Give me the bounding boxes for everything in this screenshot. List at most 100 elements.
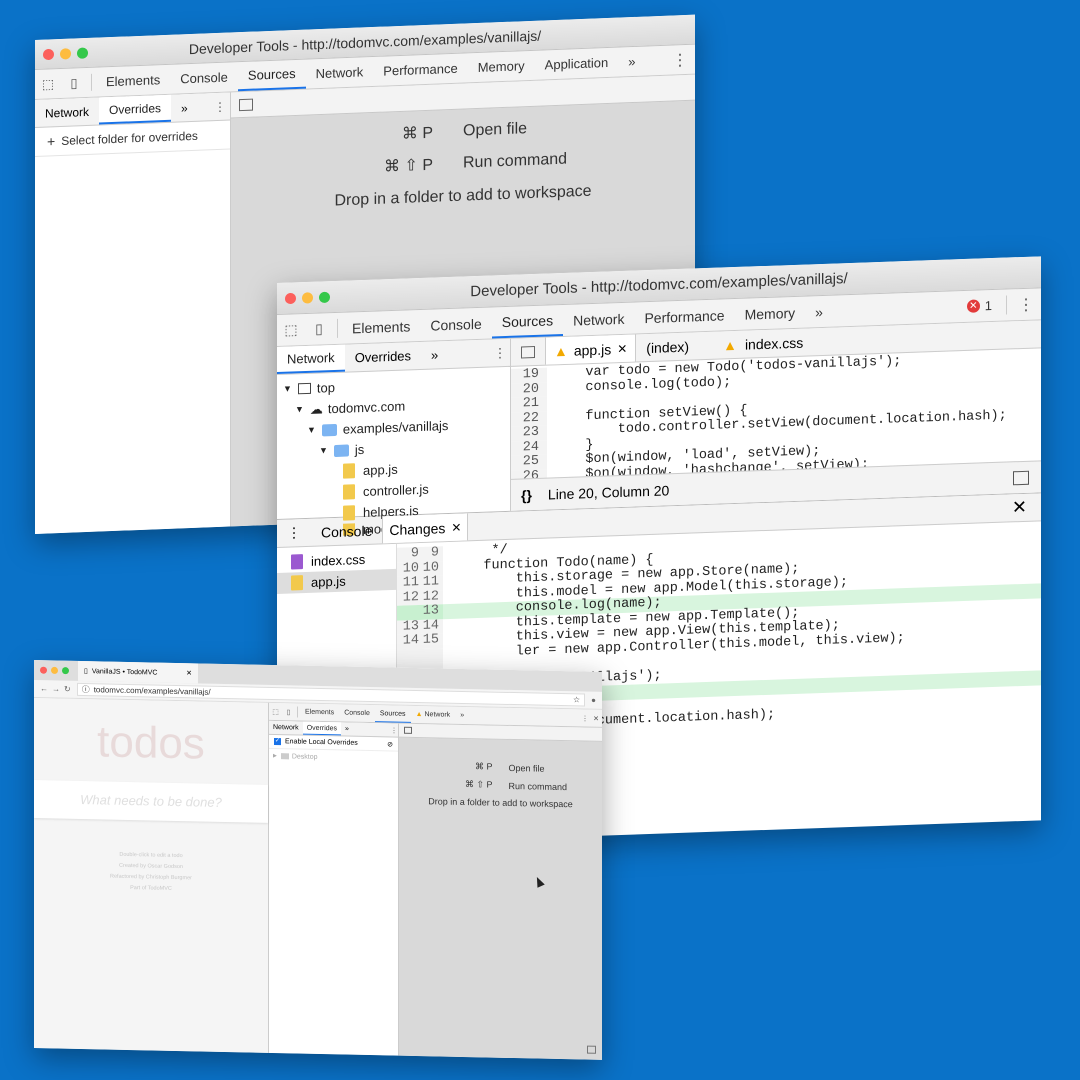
- cloud-icon: ☁: [309, 401, 323, 417]
- close-drawer-icon[interactable]: ✕: [998, 496, 1041, 519]
- new-line-number: [419, 647, 443, 664]
- old-line-number: [397, 605, 419, 621]
- file-tree: ▼ top ▼ ☁ todomvc.com ▼ examples/vanillajs ▼…: [277, 367, 510, 538]
- plus-icon: +: [47, 133, 56, 150]
- line-number: 23: [511, 425, 547, 442]
- browser-tab[interactable]: ▯ VanillaJS • TodoMVC ✕: [78, 660, 198, 684]
- nav-tab-overrides[interactable]: Overrides: [302, 721, 342, 736]
- more-tabs-icon[interactable]: »: [805, 296, 833, 328]
- pretty-print-button[interactable]: {}: [521, 487, 532, 503]
- navigator-pane: Network Overrides » ⋮ ▼ top ▼ ☁ todomvc.com…: [277, 338, 511, 538]
- old-line-number: 9: [397, 546, 419, 563]
- nav-kebab-icon[interactable]: ⋮: [210, 99, 230, 114]
- tab-performance[interactable]: Performance: [373, 53, 467, 86]
- tab-application[interactable]: Application: [535, 48, 619, 80]
- nav-tab-network[interactable]: Network: [269, 721, 303, 735]
- tab-memory[interactable]: Memory: [468, 51, 535, 83]
- nav-kebab-icon[interactable]: ⋮: [390, 726, 398, 734]
- new-todo-input[interactable]: What needs to be done?: [34, 780, 268, 823]
- todo-footer: Double-click to edit a todo Created by O…: [110, 851, 192, 892]
- toggle-navigator-icon[interactable]: [404, 726, 412, 734]
- drop-hint: Drop in a folder to add to workspace: [428, 796, 573, 810]
- error-counter[interactable]: ✕ 1: [957, 290, 1002, 323]
- tab-elements[interactable]: Elements: [96, 65, 170, 97]
- tab-network[interactable]: Network: [563, 303, 634, 336]
- code-editor[interactable]: 19 var todo = new Todo('todos-vanillajs'…: [511, 348, 1041, 479]
- new-line-number: 11: [419, 574, 443, 591]
- close-tab-icon[interactable]: ✕: [617, 341, 627, 355]
- toggle-drawer-icon[interactable]: [1013, 470, 1029, 485]
- device-toolbar-icon[interactable]: ▯: [282, 703, 295, 720]
- inspect-icon[interactable]: ⬚: [269, 703, 282, 720]
- devtools-docked: ⬚ ▯ Elements Console Sources ▲ Network » …: [268, 702, 602, 1060]
- drawer-tab-console[interactable]: Console: [311, 522, 382, 540]
- tab-elements[interactable]: Elements: [342, 310, 420, 344]
- more-nav-icon[interactable]: »: [341, 725, 353, 733]
- forward-icon[interactable]: →: [52, 684, 60, 693]
- tab-console[interactable]: Console: [170, 62, 238, 94]
- drawer-kebab-icon[interactable]: ⋮: [277, 524, 311, 542]
- close-tab-icon[interactable]: ✕: [451, 520, 461, 534]
- kebab-menu-icon[interactable]: ⋮: [665, 45, 695, 75]
- editor-tab-app-js[interactable]: ▲ app.js ✕: [545, 334, 637, 365]
- tab-memory[interactable]: Memory: [735, 297, 806, 330]
- tab-performance[interactable]: Performance: [634, 299, 734, 333]
- tab-console[interactable]: Console: [420, 308, 491, 341]
- close-tab-icon[interactable]: ✕: [186, 669, 192, 677]
- cursor-position: Line 20, Column 20: [547, 481, 670, 503]
- tab-sources[interactable]: Sources: [237, 59, 306, 92]
- reload-icon[interactable]: ↻: [64, 685, 71, 694]
- shortcut-label: Run command: [508, 780, 568, 792]
- line-number: 25: [511, 454, 547, 471]
- toggle-navigator-icon[interactable]: [521, 345, 535, 358]
- star-icon[interactable]: ☆: [573, 695, 580, 704]
- toggle-navigator-icon[interactable]: [239, 98, 253, 111]
- tree-item-desktop[interactable]: ▶ Desktop: [269, 749, 398, 766]
- error-icon: ✕: [966, 299, 980, 313]
- nav-tab-overrides[interactable]: Overrides: [99, 94, 172, 125]
- tab-network[interactable]: ▲ Network: [411, 706, 456, 724]
- select-folder-button[interactable]: + Select folder for overrides: [35, 120, 230, 157]
- window-title: Developer Tools - http://todomvc.com/exa…: [470, 270, 848, 301]
- window-controls[interactable]: [40, 666, 69, 675]
- tab-sources[interactable]: Sources: [374, 705, 411, 723]
- device-toolbar-icon[interactable]: ▯: [305, 313, 333, 345]
- editor-pane: ▲ app.js ✕ (index) ▲ index.css 19 var to…: [511, 320, 1041, 511]
- more-nav-icon[interactable]: »: [421, 347, 448, 363]
- tab-network[interactable]: Network: [306, 57, 374, 89]
- back-icon[interactable]: ←: [40, 684, 48, 693]
- changes-file-selected[interactable]: app.js: [277, 568, 396, 594]
- close-devtools-icon[interactable]: ✕: [590, 710, 602, 727]
- clear-icon[interactable]: ⊘: [387, 740, 393, 748]
- mouse-cursor-icon: [533, 875, 545, 888]
- more-tabs-icon[interactable]: »: [455, 707, 469, 724]
- nav-kebab-icon[interactable]: ⋮: [490, 344, 510, 361]
- nav-tab-network[interactable]: Network: [35, 98, 99, 127]
- toggle-drawer-icon[interactable]: [587, 1045, 596, 1054]
- profile-icon[interactable]: ●: [591, 696, 596, 705]
- inspect-icon[interactable]: ⬚: [35, 69, 61, 99]
- inspect-icon[interactable]: ⬚: [277, 314, 305, 346]
- tab-console[interactable]: Console: [339, 704, 375, 722]
- drawer-tab-changes[interactable]: Changes ✕: [382, 513, 469, 544]
- kebab-menu-icon[interactable]: ⋮: [1011, 288, 1041, 320]
- shortcut-label: Open file: [463, 120, 528, 140]
- kebab-menu-icon[interactable]: ⋮: [580, 709, 590, 726]
- old-line-number: 14: [397, 633, 419, 650]
- tab-sources[interactable]: Sources: [491, 305, 564, 339]
- window-controls[interactable]: [285, 291, 330, 304]
- window-controls[interactable]: [43, 46, 88, 60]
- warning-icon: ▲: [554, 342, 568, 359]
- more-nav-icon[interactable]: »: [171, 100, 198, 115]
- nav-tab-network[interactable]: Network: [277, 344, 345, 374]
- editor-tab-index-css[interactable]: ▲ index.css: [713, 334, 813, 353]
- old-line-number: [397, 648, 419, 664]
- device-toolbar-icon[interactable]: ▯: [61, 68, 87, 98]
- more-tabs-icon[interactable]: »: [618, 47, 645, 77]
- tab-elements[interactable]: Elements: [300, 704, 339, 722]
- editor-tab-index[interactable]: (index): [636, 338, 699, 356]
- new-line-number: 15: [419, 632, 443, 649]
- file-icon: [343, 505, 355, 521]
- nav-tab-overrides[interactable]: Overrides: [345, 342, 421, 372]
